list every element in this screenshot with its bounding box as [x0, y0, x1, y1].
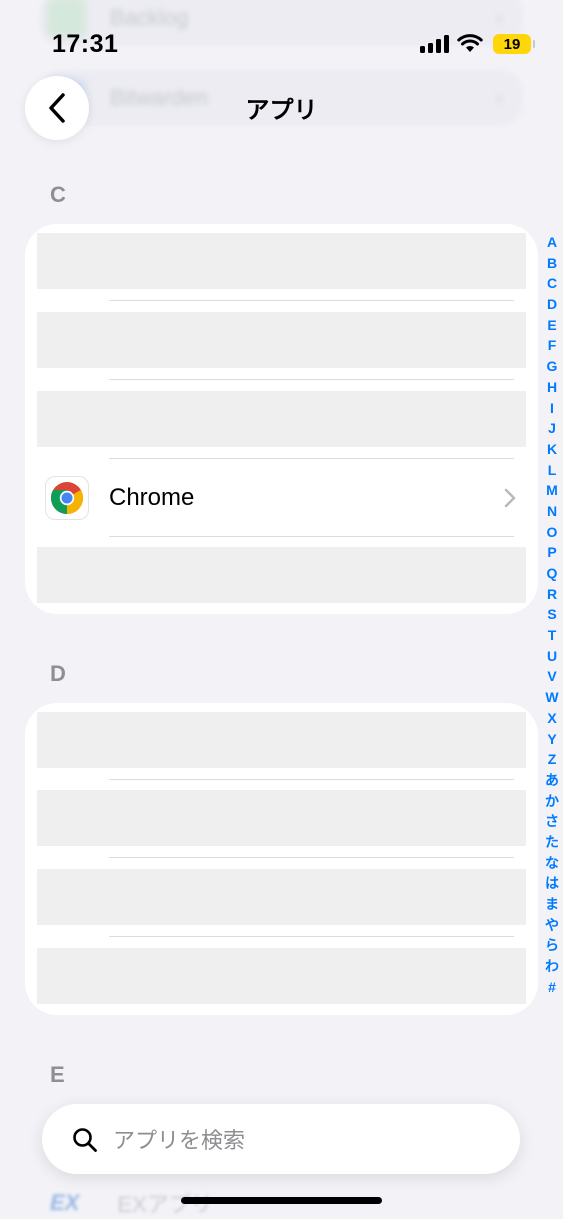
- search-field[interactable]: アプリを検索: [42, 1104, 520, 1174]
- index-letter[interactable]: U: [547, 646, 557, 667]
- index-letter[interactable]: ま: [545, 894, 559, 915]
- section-header-c: C: [50, 182, 66, 207]
- index-letter[interactable]: W: [545, 687, 558, 708]
- index-letter[interactable]: S: [547, 604, 556, 625]
- index-letter[interactable]: I: [550, 398, 554, 419]
- list-item-placeholder: [37, 869, 526, 925]
- cellular-signal-icon: [420, 35, 449, 53]
- index-letter[interactable]: G: [547, 356, 558, 377]
- index-letter[interactable]: は: [545, 873, 559, 894]
- index-letter[interactable]: N: [547, 501, 557, 522]
- index-letter[interactable]: P: [547, 542, 556, 563]
- index-letter[interactable]: H: [547, 377, 557, 398]
- list-item-placeholder: [37, 312, 526, 368]
- row-separator: [109, 379, 514, 380]
- index-letter[interactable]: L: [548, 460, 557, 481]
- index-letter[interactable]: E: [547, 315, 556, 336]
- index-letter[interactable]: な: [545, 853, 559, 874]
- index-letter[interactable]: か: [545, 791, 559, 812]
- index-letter[interactable]: #: [548, 977, 556, 998]
- index-letter[interactable]: わ: [545, 956, 559, 977]
- index-letter[interactable]: M: [546, 480, 558, 501]
- app-label: Chrome: [109, 484, 195, 511]
- index-letter[interactable]: F: [548, 335, 557, 356]
- index-letter[interactable]: V: [547, 666, 556, 687]
- index-letter[interactable]: O: [547, 522, 558, 543]
- home-indicator[interactable]: [181, 1197, 382, 1204]
- index-letter[interactable]: T: [548, 625, 557, 646]
- index-letter[interactable]: R: [547, 584, 557, 605]
- row-separator: [109, 779, 514, 780]
- index-letter[interactable]: ら: [545, 935, 559, 956]
- status-bar: 17:31 19: [0, 0, 563, 80]
- row-separator: [109, 857, 514, 858]
- chevron-right-icon: [504, 488, 516, 508]
- list-item-placeholder: [37, 391, 526, 447]
- index-letter[interactable]: J: [548, 418, 556, 439]
- section-header-e: E: [50, 1062, 65, 1087]
- index-letter[interactable]: あ: [545, 770, 559, 791]
- ex-app-icon: EX: [50, 1190, 80, 1215]
- chrome-icon: [45, 476, 89, 520]
- index-letter[interactable]: Z: [548, 749, 557, 770]
- index-letter[interactable]: C: [547, 273, 557, 294]
- index-letter[interactable]: K: [547, 439, 557, 460]
- row-separator: [109, 536, 514, 537]
- page-title: アプリ: [245, 97, 318, 124]
- index-letter[interactable]: さ: [545, 811, 559, 832]
- index-letter[interactable]: や: [545, 915, 559, 936]
- section-index-bar[interactable]: A B C D E F G H I J K L M N O P Q R S T U V W X Y Z あかさたなはまやらわ #: [541, 232, 563, 997]
- index-letter[interactable]: Q: [547, 563, 558, 584]
- status-time: 17:31: [52, 30, 119, 58]
- search-icon: [73, 1128, 97, 1152]
- row-separator: [109, 936, 514, 937]
- index-letter[interactable]: た: [545, 832, 559, 853]
- row-separator: [109, 300, 514, 301]
- index-letter[interactable]: D: [547, 294, 557, 315]
- section-header-d: D: [50, 661, 66, 686]
- battery-level: 19: [503, 35, 521, 53]
- list-item-placeholder: [37, 790, 526, 846]
- index-letter[interactable]: Y: [547, 729, 556, 750]
- list-item-chrome[interactable]: Chrome: [25, 459, 538, 537]
- list-item-placeholder: [37, 547, 526, 603]
- index-letter[interactable]: A: [547, 232, 557, 253]
- list-item-placeholder: [37, 712, 526, 768]
- section-group-d: [25, 703, 538, 1015]
- battery-indicator: 19: [493, 34, 535, 54]
- search-placeholder: アプリを検索: [113, 1128, 246, 1153]
- list-item-placeholder: [37, 233, 526, 289]
- list-item-placeholder: [37, 948, 526, 1004]
- index-letter[interactable]: X: [547, 708, 556, 729]
- section-group-c: Chrome: [25, 224, 538, 614]
- index-letter[interactable]: B: [547, 253, 557, 274]
- wifi-icon: [457, 34, 483, 52]
